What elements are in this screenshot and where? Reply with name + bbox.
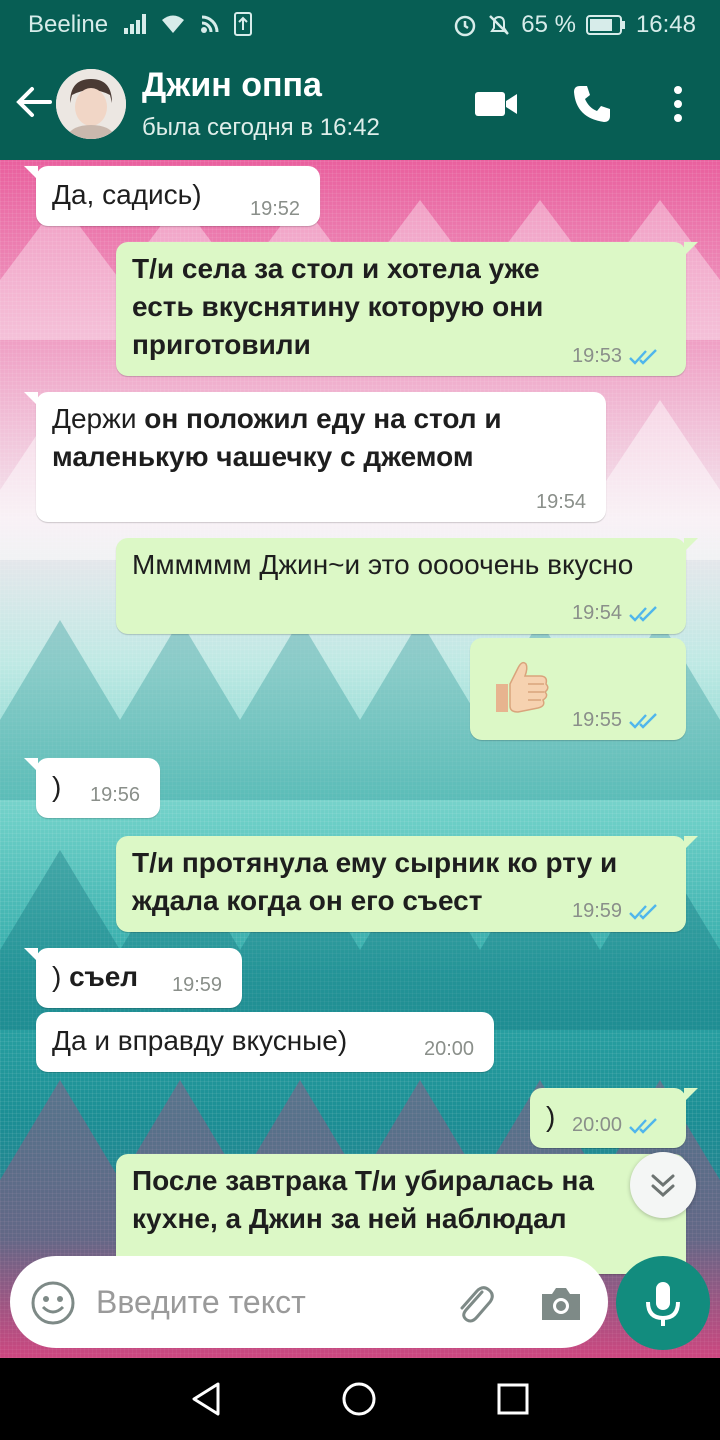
message-incoming[interactable]: Да и вправду вкусные) 20:00 [36, 1012, 494, 1072]
back-arrow-icon[interactable] [14, 82, 54, 122]
scroll-to-bottom-button[interactable] [630, 1152, 696, 1218]
battery-icon [585, 15, 625, 35]
voice-message-button[interactable] [616, 1256, 710, 1350]
mute-bell-icon [489, 15, 510, 35]
carrier-name: Beeline [28, 11, 109, 38]
nav-recents-icon[interactable] [494, 1380, 532, 1418]
message-text: После завтрака Т/и убиралась на кухне, а… [132, 1165, 594, 1234]
microphone-icon [646, 1282, 680, 1326]
message-incoming[interactable]: ) съел 19:59 [24, 948, 242, 1008]
message-time: 20:00 [424, 1038, 475, 1060]
message-text: ) [52, 771, 62, 802]
read-ticks-icon [629, 712, 657, 729]
message-time: 19:52 [250, 198, 301, 220]
read-ticks-icon [629, 605, 657, 622]
message-time: 19:54 [572, 603, 662, 623]
system-nav-bar [0, 1358, 720, 1440]
read-ticks-icon [629, 1117, 657, 1134]
message-time: 20:00 [572, 1115, 662, 1135]
last-seen-status: была сегодня в 16:42 [142, 114, 380, 141]
wifi-icon [162, 15, 184, 33]
message-time: 19:53 [572, 346, 662, 366]
message-input-bar[interactable]: Введите текст [10, 1256, 608, 1348]
phone-call-icon[interactable] [568, 80, 616, 128]
alarm-icon [454, 15, 476, 37]
message-incoming[interactable]: Держи он положил еду на стол и маленькую… [24, 392, 606, 522]
message-outgoing[interactable]: Т/и села за стол и хотела уже есть вкусн… [116, 242, 698, 376]
message-text: Да, садись) [52, 179, 202, 210]
message-time: 19:55 [572, 710, 662, 730]
thumbs-up-icon [496, 661, 549, 713]
message-incoming[interactable]: ) 19:56 [24, 758, 160, 818]
chat-header: Джин оппа была сегодня в 16:42 [0, 48, 720, 160]
clock: 16:48 [635, 11, 696, 38]
message-text: ) съел [52, 961, 139, 992]
message-time: 19:59 [172, 974, 223, 996]
message-time: 19:54 [536, 491, 587, 513]
read-ticks-icon [629, 348, 657, 365]
more-options-icon[interactable] [654, 80, 702, 128]
signal-icon [124, 14, 146, 34]
message-text: Т/и села за стол и хотела уже есть вкусн… [132, 253, 544, 360]
double-chevron-down-icon [651, 1174, 675, 1198]
camera-icon[interactable] [536, 1280, 586, 1326]
status-bar: Beeline 65 % 16:48 [0, 0, 720, 48]
message-text: Мммммм Джин~и это оооочень вкусно [132, 549, 634, 580]
message-text: Да и вправду вкусные) [52, 1025, 348, 1056]
read-ticks-icon [629, 903, 657, 920]
message-outgoing[interactable]: Т/и протянула ему сырник ко рту и ждала … [116, 836, 698, 932]
message-incoming[interactable]: Да, садись) 19:52 [24, 166, 320, 226]
upload-icon [234, 12, 252, 36]
video-call-icon[interactable] [472, 80, 520, 128]
message-outgoing[interactable]: Мммммм Джин~и это оооочень вкусно 19:54 [116, 538, 698, 634]
nav-home-icon[interactable] [340, 1380, 378, 1418]
contact-name[interactable]: Джин оппа [142, 66, 322, 105]
message-time: 19:56 [90, 784, 141, 806]
message-text: Держи он положил еду на стол и маленькую… [52, 403, 502, 472]
rss-icon [201, 15, 219, 33]
contact-avatar[interactable] [56, 69, 126, 139]
message-input-placeholder[interactable]: Введите текст [96, 1284, 306, 1321]
message-outgoing[interactable]: ) 20:00 [530, 1088, 698, 1148]
chat-area[interactable]: Да, садись) 19:52 Т/и села за стол и хот… [0, 160, 720, 1358]
emoji-icon[interactable] [30, 1280, 76, 1326]
message-time: 19:59 [572, 901, 662, 921]
attach-icon[interactable] [450, 1280, 496, 1326]
message-outgoing-emoji[interactable]: 19:55 [470, 638, 686, 740]
message-text: ) [546, 1101, 556, 1132]
status-right: 65 % 16:48 [453, 11, 696, 39]
signal-indicators [124, 12, 252, 36]
nav-back-icon[interactable] [188, 1380, 226, 1418]
battery-percent: 65 % [521, 11, 576, 38]
